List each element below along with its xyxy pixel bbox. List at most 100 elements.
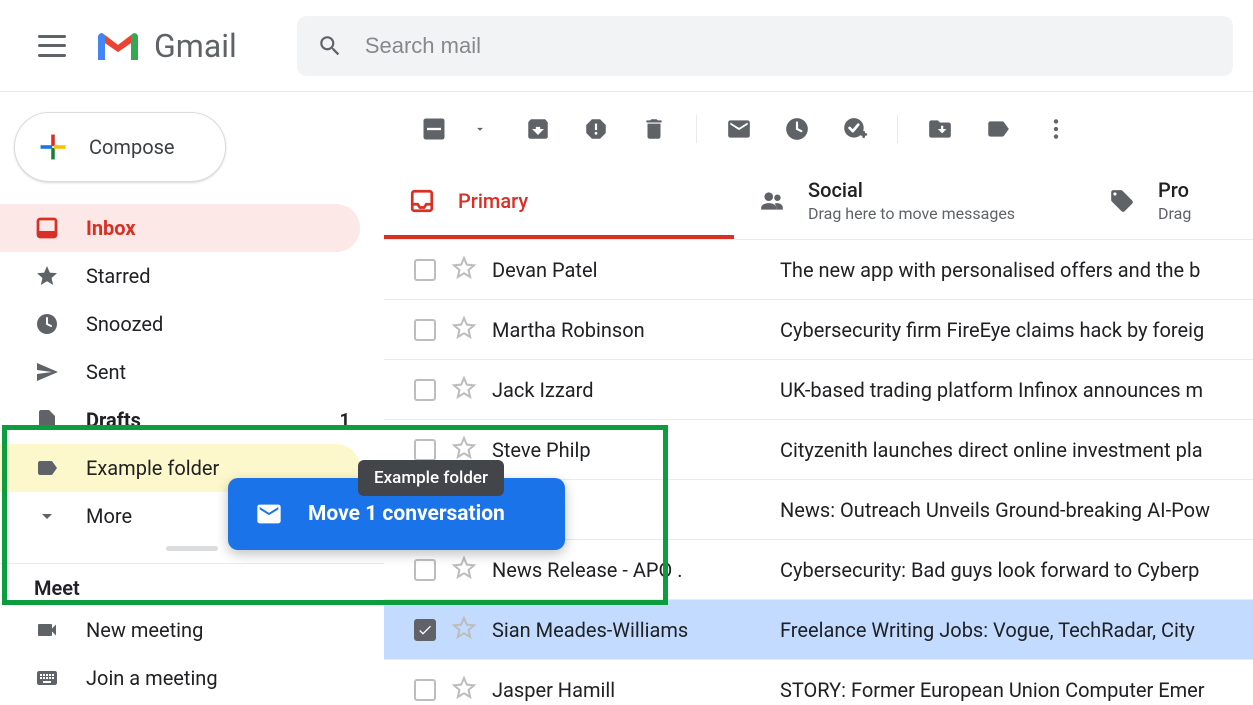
main-panel: Primary Social Drag here to move message… xyxy=(384,92,1253,705)
sidebar: Compose Inbox Starred Snoozed Sent Draft… xyxy=(0,92,384,705)
meet-join-meeting[interactable]: Join a meeting xyxy=(0,654,360,702)
labels-button[interactable] xyxy=(978,109,1018,149)
drag-overlay: Example folder Move 1 conversation xyxy=(228,460,565,550)
chevron-down-icon xyxy=(34,503,60,529)
message-row[interactable]: Jasper Hamill STORY: Former European Uni… xyxy=(384,660,1253,705)
message-subject: News: Outreach Unveils Ground-breaking A… xyxy=(780,498,1210,522)
gmail-m-icon xyxy=(94,28,142,64)
add-to-tasks-button[interactable] xyxy=(835,109,875,149)
nav-starred[interactable]: Starred xyxy=(0,252,360,300)
label-icon xyxy=(34,455,60,481)
nav-label: More xyxy=(86,504,132,528)
nav-label: New meeting xyxy=(86,618,203,642)
message-sender: Devan Patel xyxy=(492,258,764,282)
message-row[interactable]: Sian Meades-Williams Freelance Writing J… xyxy=(384,600,1253,660)
toolbar-divider xyxy=(696,115,697,143)
nav-label: Snoozed xyxy=(86,312,163,336)
message-toolbar xyxy=(384,92,1253,152)
nav-drafts[interactable]: Drafts 1 xyxy=(0,396,360,444)
message-checkbox[interactable] xyxy=(414,439,436,461)
main-menu-icon[interactable] xyxy=(38,35,66,57)
send-icon xyxy=(34,359,60,385)
drag-tooltip: Example folder xyxy=(358,460,504,496)
keyboard-icon xyxy=(34,665,60,691)
message-sender: Jasper Hamill xyxy=(492,678,764,702)
tab-label: Social xyxy=(808,178,1015,202)
message-subject: The new app with personalised offers and… xyxy=(780,258,1200,282)
drag-card-label: Move 1 conversation xyxy=(308,502,505,526)
tab-sublabel: Drag xyxy=(1158,204,1191,223)
file-icon xyxy=(34,407,60,433)
tab-sublabel: Drag here to move messages xyxy=(808,204,1015,223)
star-icon[interactable] xyxy=(452,556,476,584)
nav-snoozed[interactable]: Snoozed xyxy=(0,300,360,348)
gmail-logo[interactable]: Gmail xyxy=(94,27,237,65)
message-row[interactable]: Devan Patel The new app with personalise… xyxy=(384,240,1253,300)
category-tabs: Primary Social Drag here to move message… xyxy=(384,166,1253,240)
message-checkbox[interactable] xyxy=(414,319,436,341)
star-icon xyxy=(34,263,60,289)
message-subject: STORY: Former European Union Computer Em… xyxy=(780,678,1205,702)
inbox-icon xyxy=(408,187,436,215)
search-input[interactable] xyxy=(365,33,1213,59)
more-actions-button[interactable] xyxy=(1036,109,1076,149)
search-bar[interactable] xyxy=(297,16,1233,76)
star-icon[interactable] xyxy=(452,256,476,284)
message-subject: Freelance Writing Jobs: Vogue, TechRadar… xyxy=(780,618,1195,642)
nav-label: Starred xyxy=(86,264,151,288)
tab-label: Pro xyxy=(1158,178,1191,202)
camera-icon xyxy=(34,617,60,643)
snooze-button[interactable] xyxy=(777,109,817,149)
mark-unread-button[interactable] xyxy=(719,109,759,149)
archive-button[interactable] xyxy=(518,109,558,149)
message-sender: Sian Meades-Williams xyxy=(492,618,764,642)
message-sender: News Release - APO . xyxy=(492,558,764,582)
message-checkbox[interactable] xyxy=(414,379,436,401)
nav-sent[interactable]: Sent xyxy=(0,348,360,396)
tag-icon xyxy=(1108,187,1136,215)
meet-new-meeting[interactable]: New meeting xyxy=(0,606,360,654)
compose-button[interactable]: Compose xyxy=(14,112,226,182)
nav-label: Example folder xyxy=(86,456,219,480)
delete-button[interactable] xyxy=(634,109,674,149)
message-checkbox[interactable] xyxy=(414,679,436,701)
toolbar-divider xyxy=(897,115,898,143)
nav-label: Drafts xyxy=(86,408,141,432)
people-icon xyxy=(758,187,786,215)
compose-label: Compose xyxy=(89,135,175,159)
tab-social[interactable]: Social Drag here to move messages xyxy=(734,166,1084,239)
report-spam-button[interactable] xyxy=(576,109,616,149)
search-icon xyxy=(317,33,343,59)
tab-promotions[interactable]: Pro Drag xyxy=(1084,166,1215,239)
drafts-count: 1 xyxy=(340,410,350,431)
message-sender: Martha Robinson xyxy=(492,318,764,342)
message-checkbox[interactable] xyxy=(414,619,436,641)
message-row[interactable]: Jack Izzard UK-based trading platform In… xyxy=(384,360,1253,420)
message-subject: UK-based trading platform Infinox announ… xyxy=(780,378,1203,402)
plus-icon xyxy=(37,131,69,163)
message-row[interactable]: Martha Robinson Cybersecurity firm FireE… xyxy=(384,300,1253,360)
star-icon[interactable] xyxy=(452,316,476,344)
inbox-icon xyxy=(34,215,60,241)
message-subject: Cityzenith launches direct online invest… xyxy=(780,438,1203,462)
message-subject: Cybersecurity firm FireEye claims hack b… xyxy=(780,318,1204,342)
star-icon[interactable] xyxy=(452,376,476,404)
resize-handle[interactable] xyxy=(166,546,218,551)
app-header: Gmail xyxy=(0,0,1253,92)
nav-label: Join a meeting xyxy=(86,666,218,690)
star-icon[interactable] xyxy=(452,676,476,704)
nav-inbox[interactable]: Inbox xyxy=(0,204,360,252)
mail-icon xyxy=(252,500,286,528)
select-all-checkbox[interactable] xyxy=(414,109,454,149)
tab-label: Primary xyxy=(458,189,528,213)
app-name: Gmail xyxy=(154,27,237,65)
nav-label: Sent xyxy=(86,360,126,384)
tab-primary[interactable]: Primary xyxy=(384,166,734,239)
message-checkbox[interactable] xyxy=(414,559,436,581)
message-sender: Jack Izzard xyxy=(492,378,764,402)
message-sender: Steve Philp xyxy=(492,438,764,462)
message-checkbox[interactable] xyxy=(414,259,436,281)
move-to-button[interactable] xyxy=(920,109,960,149)
star-icon[interactable] xyxy=(452,616,476,644)
select-dropdown-icon[interactable] xyxy=(460,109,500,149)
